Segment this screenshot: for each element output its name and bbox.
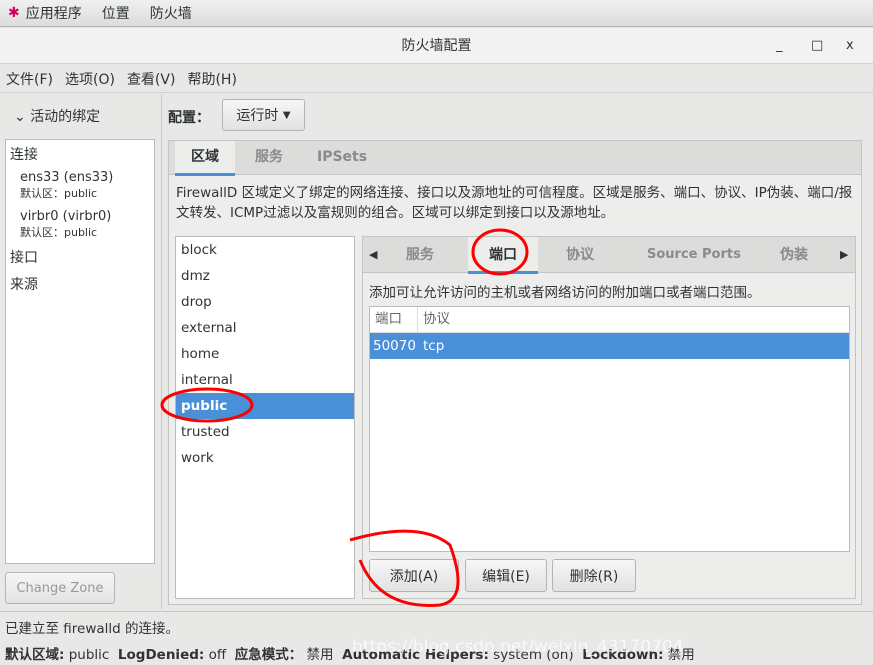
annotation-circle [160, 387, 254, 423]
annotation-circle [349, 529, 460, 607]
annotation-circle [471, 228, 529, 276]
red-annotations [160, 228, 529, 607]
